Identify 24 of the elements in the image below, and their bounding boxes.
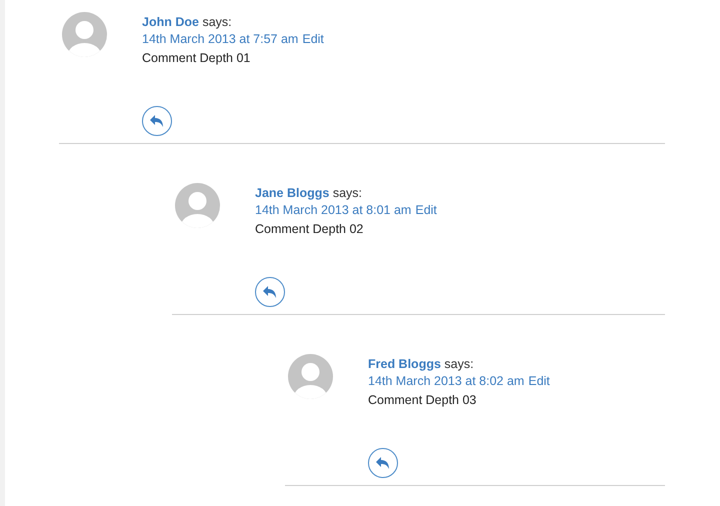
edit-link[interactable]: Edit <box>415 202 437 219</box>
says-label: says: <box>202 15 232 29</box>
reply-icon <box>375 456 391 470</box>
says-label: says: <box>444 357 474 371</box>
author-link[interactable]: Jane Bloggs <box>255 186 330 200</box>
says-label: says: <box>332 186 362 200</box>
date-link[interactable]: 14th March 2013 at 8:02 am <box>368 373 524 390</box>
author-link[interactable]: John Doe <box>142 15 199 29</box>
reply-button[interactable] <box>142 106 172 136</box>
reply-icon <box>262 285 278 299</box>
edit-link[interactable]: Edit <box>528 373 550 390</box>
avatar-icon <box>288 354 333 399</box>
edit-link[interactable]: Edit <box>302 31 324 48</box>
date-link[interactable]: 14th March 2013 at 7:57 am <box>142 31 298 48</box>
reply-button[interactable] <box>255 277 285 307</box>
comment-text: Comment Depth 02 <box>255 222 364 236</box>
date-link[interactable]: 14th March 2013 at 8:01 am <box>255 202 412 219</box>
avatar-icon <box>62 12 107 57</box>
reply-button[interactable] <box>368 448 398 478</box>
avatar-icon <box>175 183 220 228</box>
comment-text: Comment Depth 03 <box>368 393 478 407</box>
author-link[interactable]: Fred Bloggs <box>368 357 441 371</box>
reply-icon <box>149 114 165 128</box>
comment-text: Comment Depth 01 <box>142 51 252 65</box>
